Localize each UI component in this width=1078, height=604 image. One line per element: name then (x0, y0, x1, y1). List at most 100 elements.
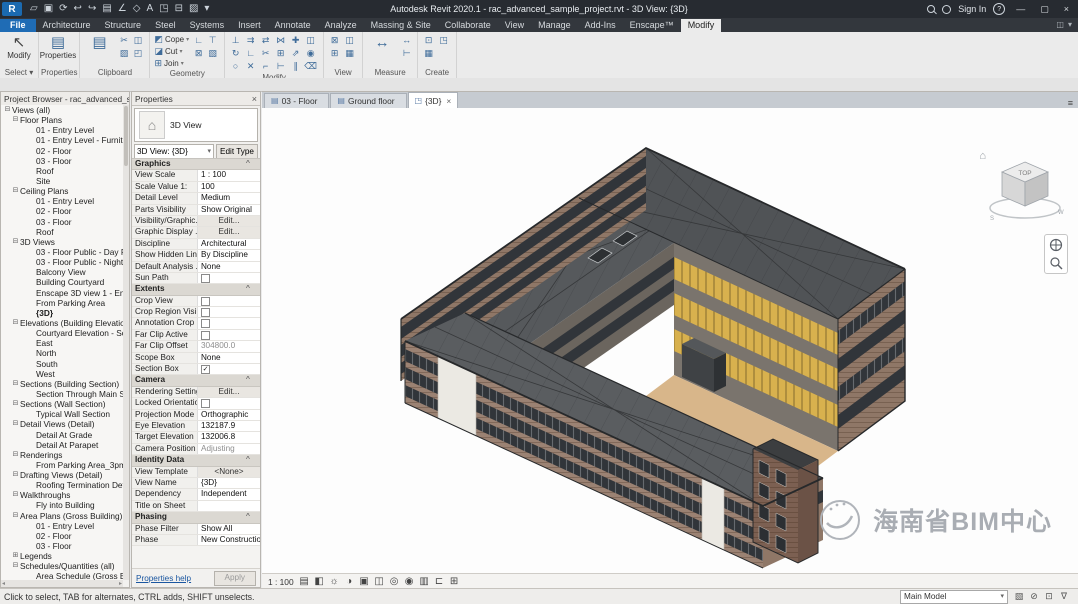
viewcube[interactable]: TOP S W (986, 156, 1066, 226)
cut-geometry-tool[interactable]: ◪ Cut ▾ (154, 46, 189, 57)
property-row[interactable]: Projection Mode Orthographic (132, 410, 260, 421)
sync-icon[interactable]: ⟳ (56, 0, 70, 18)
tree-item[interactable]: ⊟ Sections (Wall Section) (1, 399, 123, 409)
property-row[interactable]: Phase New Construction (132, 535, 260, 546)
tree-expander-icon[interactable]: ⊟ (11, 399, 20, 409)
panel-label-select[interactable]: Select ▾ (0, 68, 38, 78)
tree-expander-icon[interactable]: ⊟ (3, 105, 12, 115)
model-viewport[interactable]: ⌂ TOP S W (262, 108, 1078, 573)
property-row[interactable]: Extents ^ (132, 284, 260, 295)
tree-item[interactable]: 01 - Entry Level (1, 196, 123, 206)
user-interface-icon[interactable]: ▦ (343, 47, 356, 59)
ribbon-tab[interactable]: Massing & Site (364, 19, 438, 32)
tree-item[interactable]: East (1, 338, 123, 348)
tag-icon[interactable]: ◇ (130, 0, 144, 18)
tree-item[interactable]: Roof (1, 166, 123, 176)
unjoin-icon[interactable]: ⊠ (192, 47, 205, 59)
ribbon-tab[interactable]: Manage (531, 19, 578, 32)
property-row[interactable]: Visibility/Graphic... Edit... (132, 216, 260, 227)
tile-windows-icon[interactable]: ⊞ (328, 47, 341, 59)
browser-vertical-scrollbar[interactable] (123, 105, 129, 580)
property-row[interactable]: Scope Box None (132, 353, 260, 364)
property-row[interactable]: Show Hidden Lines By Discipline (132, 250, 260, 261)
tree-item[interactable]: ⊞ Legends (1, 551, 123, 561)
ribbon-tab[interactable]: View (498, 19, 531, 32)
property-row[interactable]: Title on Sheet (132, 501, 260, 512)
tree-item[interactable]: 03 - Floor (1, 217, 123, 227)
create-group-icon[interactable]: ⊡ (422, 34, 435, 46)
ribbon-tab[interactable]: Systems (183, 19, 232, 32)
ribbon-tab[interactable]: Enscape™ (623, 19, 681, 32)
scale-tool-icon[interactable]: ⇗ (289, 47, 302, 59)
tree-expander-icon[interactable]: ⊟ (11, 470, 20, 480)
dimension-icon[interactable]: ⊢ (400, 47, 413, 59)
visual-style-icon[interactable]: ◧ (313, 575, 326, 589)
tree-expander-icon[interactable]: ⊟ (11, 318, 20, 328)
move-tool-icon[interactable]: ✚ (289, 34, 302, 46)
tree-item[interactable]: ⊟ 3D Views (1, 237, 123, 247)
property-row[interactable]: Camera ^ (132, 375, 260, 386)
property-row[interactable]: Parts Visibility Show Original (132, 205, 260, 216)
shadows-icon[interactable]: ◑ (343, 575, 356, 589)
join-tool[interactable]: ⊞ Join ▾ (154, 58, 189, 69)
view-tabs-menu-icon[interactable]: ≡ (1068, 98, 1073, 108)
offset-tool-icon[interactable]: ⇉ (244, 34, 257, 46)
redo-icon[interactable]: ↪ (85, 0, 99, 18)
editable-only-icon[interactable]: ▧ (1013, 591, 1025, 602)
revit-logo-icon[interactable]: R (2, 2, 22, 16)
close-hidden-windows-icon[interactable]: ⊠ (328, 34, 341, 46)
beam-join-icon[interactable]: ⊤ (206, 34, 219, 46)
tree-item[interactable]: 03 - Floor (1, 156, 123, 166)
tree-item[interactable]: ⊟ Elevations (Building Elevation) (1, 318, 123, 328)
tree-item[interactable]: ⊟ Walkthroughs (1, 490, 123, 500)
trim-single-icon[interactable]: ⌐ (259, 60, 272, 72)
demolish-tool-icon[interactable]: ⌫ (304, 60, 317, 72)
tree-item[interactable]: ⊟ Renderings (1, 450, 123, 460)
property-row[interactable]: View Template <None> (132, 467, 260, 478)
section-icon[interactable]: ⊟ (172, 0, 186, 18)
create-similar-icon[interactable]: ◳ (437, 34, 450, 46)
tree-item[interactable]: 03 - Floor Public - Night Re... (1, 257, 123, 267)
project-browser-header[interactable]: Project Browser - rac_advanced_samp... × (1, 92, 129, 106)
property-row[interactable]: Default Analysis ... None (132, 262, 260, 273)
open-icon[interactable]: ▱ (27, 0, 41, 18)
property-row[interactable]: Crop Region Visi... (132, 307, 260, 318)
property-row[interactable]: Graphics ^ (132, 159, 260, 170)
sun-path-icon[interactable]: ☼ (328, 575, 341, 589)
ribbon-tab[interactable]: Architecture (36, 19, 98, 32)
scale-button[interactable]: 1 : 100 (268, 577, 294, 587)
tree-item[interactable]: 03 - Floor Public - Day Rend... (1, 247, 123, 257)
measure-icon[interactable]: ∠ (115, 0, 130, 18)
tree-item[interactable]: Typical Wall Section (1, 409, 123, 419)
property-row[interactable]: Scale Value 1: 100 (132, 182, 260, 193)
tree-expander-icon[interactable]: ⊟ (11, 115, 20, 125)
property-row[interactable]: Crop View (132, 296, 260, 307)
exclude-options-icon[interactable]: ⊘ (1028, 591, 1040, 602)
worksharing-display-icon[interactable]: ⊞ (448, 575, 461, 589)
property-row[interactable]: View Name {3D} (132, 478, 260, 489)
scroll-right-icon[interactable]: ▸ (119, 580, 122, 587)
measure-between-icon[interactable]: ↔ (400, 34, 413, 46)
property-row[interactable]: Annotation Crop (132, 318, 260, 329)
steering-wheel-icon[interactable] (1049, 238, 1063, 252)
properties-help-link[interactable]: Properties help (136, 574, 191, 583)
tree-expander-icon[interactable]: ⊟ (11, 237, 20, 247)
press-drag-icon[interactable]: ⊡ (1043, 591, 1055, 602)
mirror-axis-tool-icon[interactable]: ⇄ (259, 34, 272, 46)
3d-view-icon[interactable]: ◳ (156, 0, 171, 18)
split-element-icon[interactable]: ✂ (259, 47, 272, 59)
tree-item[interactable]: 01 - Entry Level (1, 521, 123, 531)
delete-tool-icon[interactable]: ✕ (244, 60, 257, 72)
tree-expander-icon[interactable]: ⊞ (11, 551, 20, 561)
measure-button[interactable]: ↔ (367, 34, 397, 68)
create-assembly-icon[interactable]: ▦ (422, 47, 435, 59)
tree-expander-icon[interactable]: ⊟ (11, 450, 20, 460)
property-row[interactable]: Far Clip Active (132, 330, 260, 341)
tree-item[interactable]: South (1, 359, 123, 369)
tree-item[interactable]: ⊟ Sections (Building Section) (1, 379, 123, 389)
match-type-icon[interactable]: ▨ (117, 47, 130, 59)
reveal-constraints-icon[interactable]: ⊏ (433, 575, 446, 589)
property-row[interactable]: Dependency Independent (132, 489, 260, 500)
modify-button[interactable]: ↖ Modify (4, 34, 34, 68)
mirror-pick-tool-icon[interactable]: ⋈ (274, 34, 287, 46)
